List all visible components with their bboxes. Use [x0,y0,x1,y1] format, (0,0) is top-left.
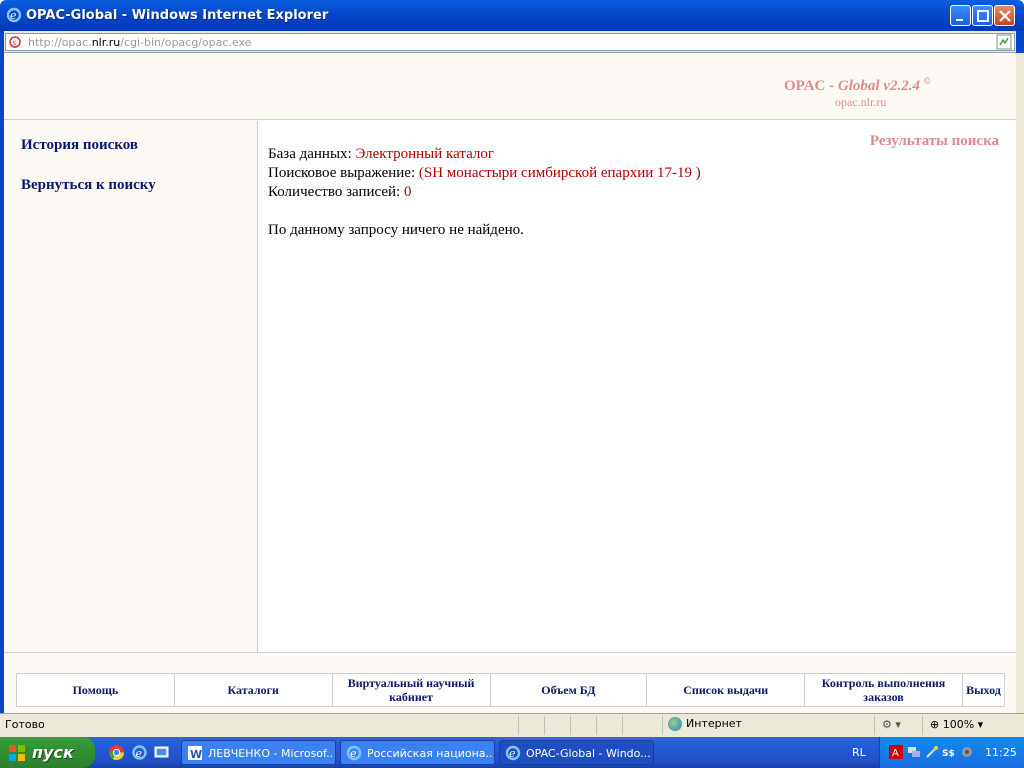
count-line: Количество записей: 0 [268,184,411,201]
feed-icon[interactable] [996,34,1012,50]
language-indicator[interactable]: RL [852,746,866,759]
url-suffix: /cgi-bin/opacg/opac.exe [120,36,252,49]
nav-db-volume[interactable]: Объем БД [489,673,648,707]
status-bar: Готово Интернет ⚙ ▾ ⊕ 100% ▾ [0,713,1024,737]
svg-text:e: e [509,747,516,760]
minimize-button[interactable] [950,5,971,26]
svg-text:A: A [892,748,899,759]
url-host: nlr.ru [91,36,121,49]
status-divider [662,716,663,735]
clock: 11:25 [985,746,1017,759]
nav-issue-list[interactable]: Список выдачи [646,673,806,707]
acrobat-icon[interactable]: A [889,745,903,759]
taskbar: пуск e W ЛЕВЧЕНКО - Microsof... e Россий… [0,737,1024,768]
zoom-level: 100% [942,718,975,731]
status-divider [518,716,519,735]
brand-prefix: OPAC - [784,78,838,94]
bottom-navigation-area: Помощь Каталоги Виртуальный научный каби… [4,652,1016,713]
database-value: Электронный каталог [355,146,495,162]
svg-text:W: W [190,748,202,761]
brand-copyright: © [923,76,931,86]
zoom-control[interactable]: ⊕ 100% ▾ [930,718,983,731]
database-line: База данных: Электронный каталог [268,146,494,163]
ie-icon: e [505,745,521,761]
window-title-bar[interactable]: e OPAC-Global - Windows Internet Explore… [0,0,1024,31]
sidebar: История поисков Вернуться к поиску [4,121,258,652]
close-button[interactable] [994,5,1015,26]
task-label: ЛЕВЧЕНКО - Microsof... [208,747,333,760]
task-opac-global[interactable]: e OPAC-Global - Windo... [499,740,654,765]
url-prefix: http://opac. [28,36,92,49]
start-button[interactable]: пуск [0,737,95,768]
count-label: Количество записей: [268,184,404,200]
status-divider [570,716,571,735]
nav-help[interactable]: Помощь [16,673,175,707]
database-label: База данных: [268,146,356,162]
ie-quicklaunch-icon[interactable]: e [131,744,148,761]
brand-title: OPAC - Global v2.2.4 © [784,76,930,95]
status-divider [922,716,923,735]
status-divider [874,716,875,735]
window-title: OPAC-Global - Windows Internet Explorer [26,8,329,23]
nav-catalogs[interactable]: Каталоги [173,673,333,707]
page-icon: s [9,36,21,48]
address-bar: s http://opac.nlr.ru/cgi-bin/opacg/opac.… [0,31,1024,53]
sidebar-item-back-to-search[interactable]: Вернуться к поиску [21,177,156,194]
status-text: Готово [5,718,45,731]
task-library-site[interactable]: e Российская национа... [340,740,495,765]
protected-mode-icon[interactable]: ⚙ ▾ [882,718,901,731]
brand-version: Global v2.2.4 [837,78,920,94]
nav-exit[interactable]: Выход [961,673,1006,707]
zoom-icon: ⊕ [930,718,940,731]
svg-text:S$: S$ [942,749,955,759]
chrome-icon[interactable] [108,744,125,761]
results-title: Результаты поиска [869,133,999,149]
start-label: пуск [32,743,74,762]
nav-virtual-cabinet[interactable]: Виртуальный научный кабинет [331,673,491,707]
task-word[interactable]: W ЛЕВЧЕНКО - Microsof... [181,740,336,765]
antivirus-icon[interactable]: S$ [942,745,956,759]
sidebar-item-search-history[interactable]: История поисков [21,137,138,154]
nav-order-control[interactable]: Контроль выполнения заказов [804,673,963,707]
query-value: (SH монастыри симбирской епархии 17-19 ) [418,165,701,181]
count-value: 0 [403,184,412,200]
svg-text:e: e [10,9,17,22]
address-field[interactable]: s http://opac.nlr.ru/cgi-bin/opacg/opac.… [5,33,1015,51]
word-icon: W [188,746,202,761]
svg-text:e: e [136,747,143,760]
query-label: Поисковое выражение: [268,165,419,181]
maximize-button[interactable] [972,5,993,26]
tools-icon[interactable] [925,745,939,759]
no-results-message: По данному запросу ничего не найдено. [268,222,524,238]
close-icon [999,10,1011,22]
ie-icon: e [346,745,362,761]
page-viewport: OPAC - Global v2.2.4 © opac.nlr.ru Истор… [4,53,1016,713]
address-url: http://opac.nlr.ru/cgi-bin/opacg/opac.ex… [28,36,251,49]
status-divider [544,716,545,735]
bottom-nav: Помощь Каталоги Виртуальный научный каби… [16,673,1006,707]
volume-icon[interactable] [960,745,974,759]
scrollbar-area[interactable] [1016,53,1024,713]
ie-icon: e [6,7,22,23]
zone-label: Интернет [686,717,742,730]
security-zone[interactable]: Интернет [668,717,742,731]
brand-subtitle: opac.nlr.ru [835,95,887,109]
page-header: OPAC - Global v2.2.4 © opac.nlr.ru [4,53,1016,120]
task-label: Российская национа... [367,747,492,760]
svg-text:s: s [13,39,17,47]
globe-icon [668,717,682,731]
query-line: Поисковое выражение: (SH монастыри симби… [268,165,701,182]
network-icon[interactable] [907,745,921,759]
status-divider [622,716,623,735]
task-label: OPAC-Global - Windo... [526,747,651,760]
main-content: Результаты поиска База данных: Электронн… [259,121,1016,652]
desktop-icon[interactable] [153,744,170,761]
windows-flag-icon [9,745,25,761]
status-divider [596,716,597,735]
svg-text:e: e [350,747,357,760]
maximize-icon [977,10,989,22]
minimize-icon [956,19,963,21]
